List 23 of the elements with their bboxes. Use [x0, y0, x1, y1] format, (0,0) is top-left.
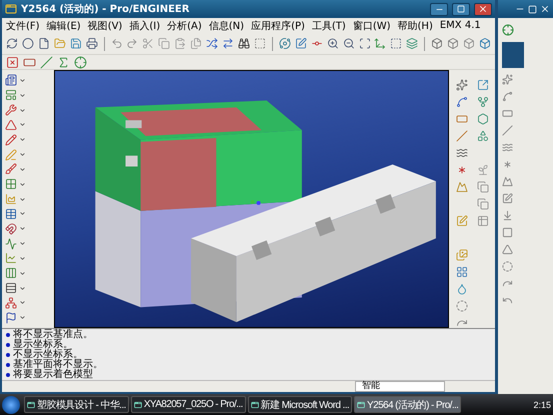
menu-item[interactable]: 窗口(W) — [352, 18, 391, 32]
menu-item[interactable]: 分析(A) — [167, 18, 202, 32]
menu-item[interactable]: 文件(F) — [6, 18, 40, 32]
menu-item[interactable]: 视图(V) — [88, 18, 122, 32]
menu-item[interactable]: 应用程序(P) — [251, 18, 305, 32]
menu-item[interactable]: 信息(N) — [208, 18, 244, 32]
filter-field[interactable]: 智能 — [355, 381, 445, 392]
window-title: Y2564 (活动的) - Pro/ENGINEER — [21, 2, 190, 16]
menu-item[interactable]: 帮助(H) — [398, 18, 433, 32]
message-text: 不显示坐标系。 — [13, 350, 83, 360]
menu-item[interactable]: 插入(I) — [129, 18, 160, 32]
message-text: 将要显示着色模型 — [13, 370, 93, 380]
message-text: 显示坐标系。 — [13, 340, 73, 350]
message-text: 将不显示基准点。 — [13, 330, 93, 340]
menu-item[interactable]: 编辑(E) — [46, 18, 81, 32]
taskbar-button[interactable]: XYA82057_025O - Pro/... — [130, 396, 246, 413]
taskbar-button[interactable]: 新建 Microsoft Word ... — [248, 396, 352, 413]
message-text: 基准平面将不显示。 — [13, 360, 103, 370]
menu-item[interactable]: EMX 4.1 — [440, 20, 481, 31]
taskbar-button[interactable]: 塑胶模具设计 - 中华... — [24, 396, 129, 413]
menu-item[interactable]: 工具(T) — [312, 18, 346, 32]
clock: 2:15 — [533, 400, 551, 410]
taskbar-button[interactable]: Y2564 (活动的) - Pro/... — [354, 396, 462, 413]
